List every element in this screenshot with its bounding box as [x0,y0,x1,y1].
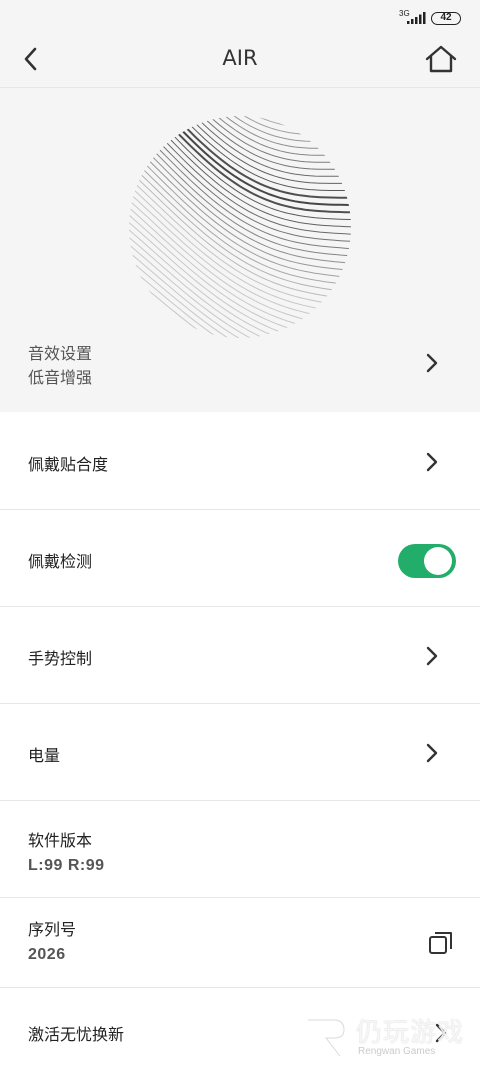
chevron-right-icon [435,1023,447,1043]
serial-number-label: 序列号 [28,920,77,939]
wave-line [129,116,351,149]
wear-detection-label: 佩戴检测 [28,552,93,571]
page-title: AIR [222,46,258,70]
home-button[interactable] [424,44,458,74]
firmware-version-row: 软件版本 L:99 R:99 [0,801,480,898]
activate-replacement-label: 激活无忧换新 [28,1025,125,1044]
signal-icon [407,12,426,24]
wave-line [129,217,351,338]
wave-line [129,116,351,156]
chevron-right-icon [426,353,438,373]
battery-label: 电量 [28,746,61,765]
wave-line [129,270,351,338]
wear-detection-row: 佩戴检测 [0,510,480,607]
copy-icon[interactable] [428,930,454,956]
wear-detection-toggle[interactable] [398,544,456,578]
wave-line [129,240,351,338]
wear-fit-row[interactable]: 佩戴贴合度 [0,413,480,510]
gesture-control-label: 手势控制 [28,649,93,668]
activate-replacement-row[interactable]: 激活无忧换新 [0,988,480,1078]
chevron-right-icon [426,646,438,666]
sound-settings-row[interactable]: 音效设置 低音增强 [0,334,480,394]
wave-line [129,210,351,338]
status-bar: 3G 42 [0,0,480,36]
wave-line [129,225,351,338]
sound-wave-illustration [125,112,355,338]
wave-line [129,263,351,338]
battery-indicator: 42 [431,12,461,25]
wave-line [125,112,355,114]
serial-number-row: 序列号 2026 [0,898,480,988]
sound-settings-value: 低音增强 [28,368,93,387]
chevron-right-icon [426,743,438,763]
sound-effect-panel: 音效设置 低音增强 [0,88,480,412]
chevron-right-icon [426,452,438,472]
firmware-version-label: 软件版本 [28,831,93,850]
sound-settings-label: 音效设置 [28,344,93,363]
firmware-version-value: L:99 R:99 [28,857,105,874]
battery-row[interactable]: 电量 [0,704,480,801]
wear-fit-label: 佩戴贴合度 [28,455,109,474]
wave-line [129,116,351,243]
wave-line [129,116,351,135]
gesture-control-row[interactable]: 手势控制 [0,607,480,704]
app-header: AIR [0,36,480,88]
wave-line [129,116,351,170]
serial-number-value: 2026 [28,946,66,963]
toggle-knob [424,547,452,575]
